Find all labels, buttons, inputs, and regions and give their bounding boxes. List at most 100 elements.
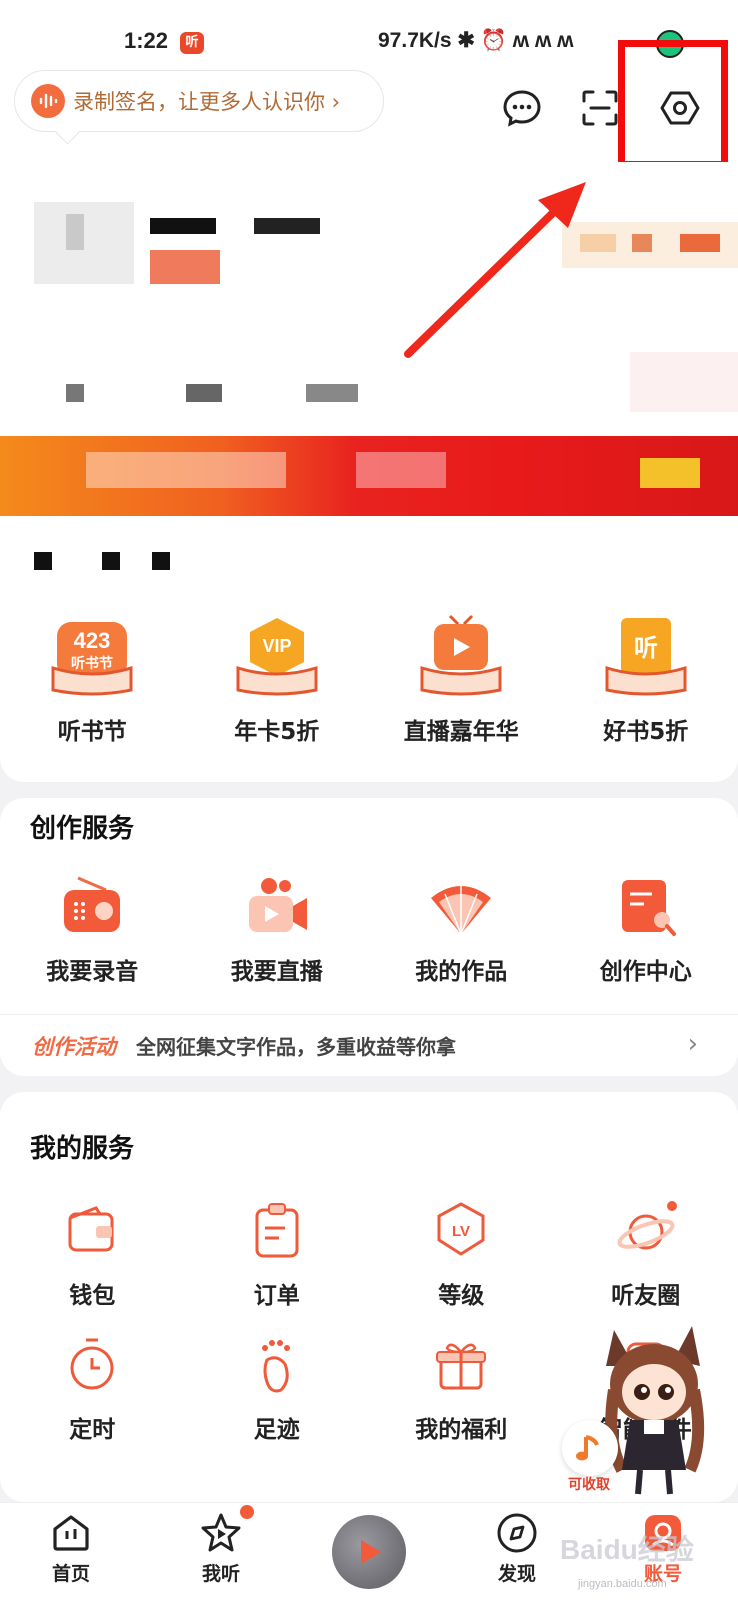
home-icon [53, 1515, 89, 1551]
quick-action-label: 年卡5折 [234, 719, 320, 745]
svg-text:VIP: VIP [262, 636, 291, 656]
creation-item-record[interactable]: 我要录音 [0, 872, 185, 986]
center-play-icon[interactable] [332, 1515, 406, 1589]
nav-notification-dot [240, 1505, 254, 1519]
banner-pixel [86, 452, 286, 488]
planet-icon [617, 1201, 677, 1250]
app-notification-icon: 听 [180, 32, 204, 54]
quick-actions: 423 听书节 听书节 VIP 年卡5折 直播嘉年华 听 好书5折 [0, 602, 738, 762]
creation-activity-row[interactable]: 创作活动 全网征集文字作品，多重收益等你拿 › [0, 1014, 738, 1076]
service-wallet[interactable]: 钱包 [0, 1196, 185, 1310]
svg-text:423: 423 [74, 628, 111, 653]
creation-item-live[interactable]: 我要直播 [185, 872, 370, 986]
banner-fade [630, 352, 738, 412]
live-tv-icon [420, 614, 502, 696]
nav-home[interactable]: 首页 [26, 1511, 116, 1586]
service-friends-circle[interactable]: 听友圈 [554, 1196, 738, 1310]
my-services-row-1: 钱包 订单 LV 等级 听友圈 [0, 1196, 738, 1310]
signature-prompt-text: 录制签名，让更多人认识你 › [73, 90, 341, 114]
nickname-redacted [150, 218, 216, 234]
chat-icon[interactable] [498, 84, 546, 132]
section-title: 我的服务 [30, 1134, 135, 1164]
mascot-character[interactable] [600, 1320, 710, 1500]
activity-text: 全网征集文字作品，多重收益等你拿 [136, 1035, 456, 1059]
svg-text:LV: LV [452, 1223, 470, 1240]
good-book-icon: 听 [605, 618, 687, 696]
banner-pixel [640, 458, 700, 488]
creation-doc-icon [621, 880, 676, 936]
svg-text:听书节: 听书节 [71, 655, 113, 672]
stat-redacted [66, 384, 84, 402]
nickname-redacted-2 [254, 218, 320, 234]
service-level[interactable]: LV 等级 [369, 1196, 554, 1310]
service-label: 定时 [69, 1417, 116, 1443]
settings-highlight-box [618, 40, 728, 168]
star-play-icon [201, 1513, 241, 1552]
profile-card: 423 听书节 听书节 VIP 年卡5折 直播嘉年华 听 好书5折 [0, 162, 738, 782]
creation-services-grid: 我要录音 我要直播 我的作品 创作中心 [0, 872, 738, 986]
quick-action-label: 好书5折 [603, 719, 689, 745]
vip-book-icon: VIP [236, 618, 318, 696]
baidu-watermark: Baidu经验 [560, 1534, 694, 1565]
fan-icon [431, 886, 492, 935]
voice-wave-icon [31, 84, 65, 118]
svg-text:听: 听 [634, 634, 658, 662]
service-orders[interactable]: 订单 [185, 1196, 370, 1310]
nav-my-listen[interactable]: 我听 [176, 1511, 266, 1586]
creation-item-label: 我的作品 [415, 959, 508, 985]
nav-label: 发现 [497, 1563, 536, 1585]
scan-icon[interactable] [576, 84, 624, 132]
quick-action-good-book[interactable]: 听 好书5折 [554, 602, 738, 762]
quick-action-vip[interactable]: VIP 年卡5折 [185, 602, 370, 762]
activity-tag: 创作活动 [32, 1034, 116, 1059]
service-label: 钱包 [69, 1283, 116, 1309]
nav-label: 首页 [51, 1563, 90, 1585]
service-label: 订单 [253, 1283, 300, 1309]
creation-item-label: 我要直播 [230, 959, 323, 985]
service-timer[interactable]: 定时 [0, 1330, 185, 1444]
status-time: 1:22 [124, 28, 169, 53]
order-clipboard-icon [255, 1203, 299, 1258]
network-speed: 97.7K/s ✱ ⏰ ʍ ʍ ʍ [378, 29, 574, 52]
record-signature-prompt[interactable]: 录制签名，让更多人认识你 › [14, 70, 384, 132]
text-redacted [102, 552, 120, 570]
service-label: 等级 [438, 1283, 485, 1309]
level-badge-icon: LV [437, 1202, 485, 1256]
avatar[interactable] [34, 202, 134, 284]
footprint-icon [261, 1340, 290, 1393]
service-benefits[interactable]: 我的福利 [369, 1330, 554, 1444]
tag-pixel [680, 234, 720, 252]
quick-action-label: 直播嘉年华 [403, 719, 519, 745]
user-badge-redacted [150, 250, 220, 284]
festival-423-icon: 423 听书节 [51, 622, 133, 696]
chevron-right-icon: › [687, 1029, 698, 1059]
quick-action-live[interactable]: 直播嘉年华 [369, 602, 554, 762]
claim-label[interactable]: 可收取 [568, 1474, 610, 1494]
service-label: 听友圈 [611, 1283, 681, 1309]
tag-pixel [632, 234, 652, 252]
banner-pixel [356, 452, 446, 488]
tag-pixel [580, 234, 616, 252]
creation-item-center[interactable]: 创作中心 [554, 872, 738, 986]
nav-discover[interactable]: 发现 [472, 1511, 562, 1586]
section-title: 创作服务 [30, 814, 135, 844]
avatar-pixel [66, 214, 84, 250]
text-redacted [34, 552, 52, 570]
stat-redacted [186, 384, 222, 402]
creation-item-label: 我要录音 [46, 959, 139, 985]
quick-action-label: 听书节 [57, 719, 127, 745]
video-camera-icon [248, 878, 307, 932]
quick-action-festival[interactable]: 423 听书节 听书节 [0, 602, 185, 762]
text-redacted [152, 552, 170, 570]
timer-icon [70, 1338, 114, 1390]
stat-redacted [306, 384, 358, 402]
nav-label: 我听 [201, 1563, 240, 1585]
service-footprints[interactable]: 足迹 [185, 1330, 370, 1444]
wallet-icon [68, 1206, 114, 1252]
radio-icon [64, 876, 121, 932]
baidu-watermark-url: jingyan.baidu.com [578, 1578, 667, 1590]
creation-item-works[interactable]: 我的作品 [369, 872, 554, 986]
music-note-icon[interactable] [562, 1420, 618, 1476]
creation-item-label: 创作中心 [599, 959, 692, 985]
gift-icon [436, 1343, 487, 1390]
